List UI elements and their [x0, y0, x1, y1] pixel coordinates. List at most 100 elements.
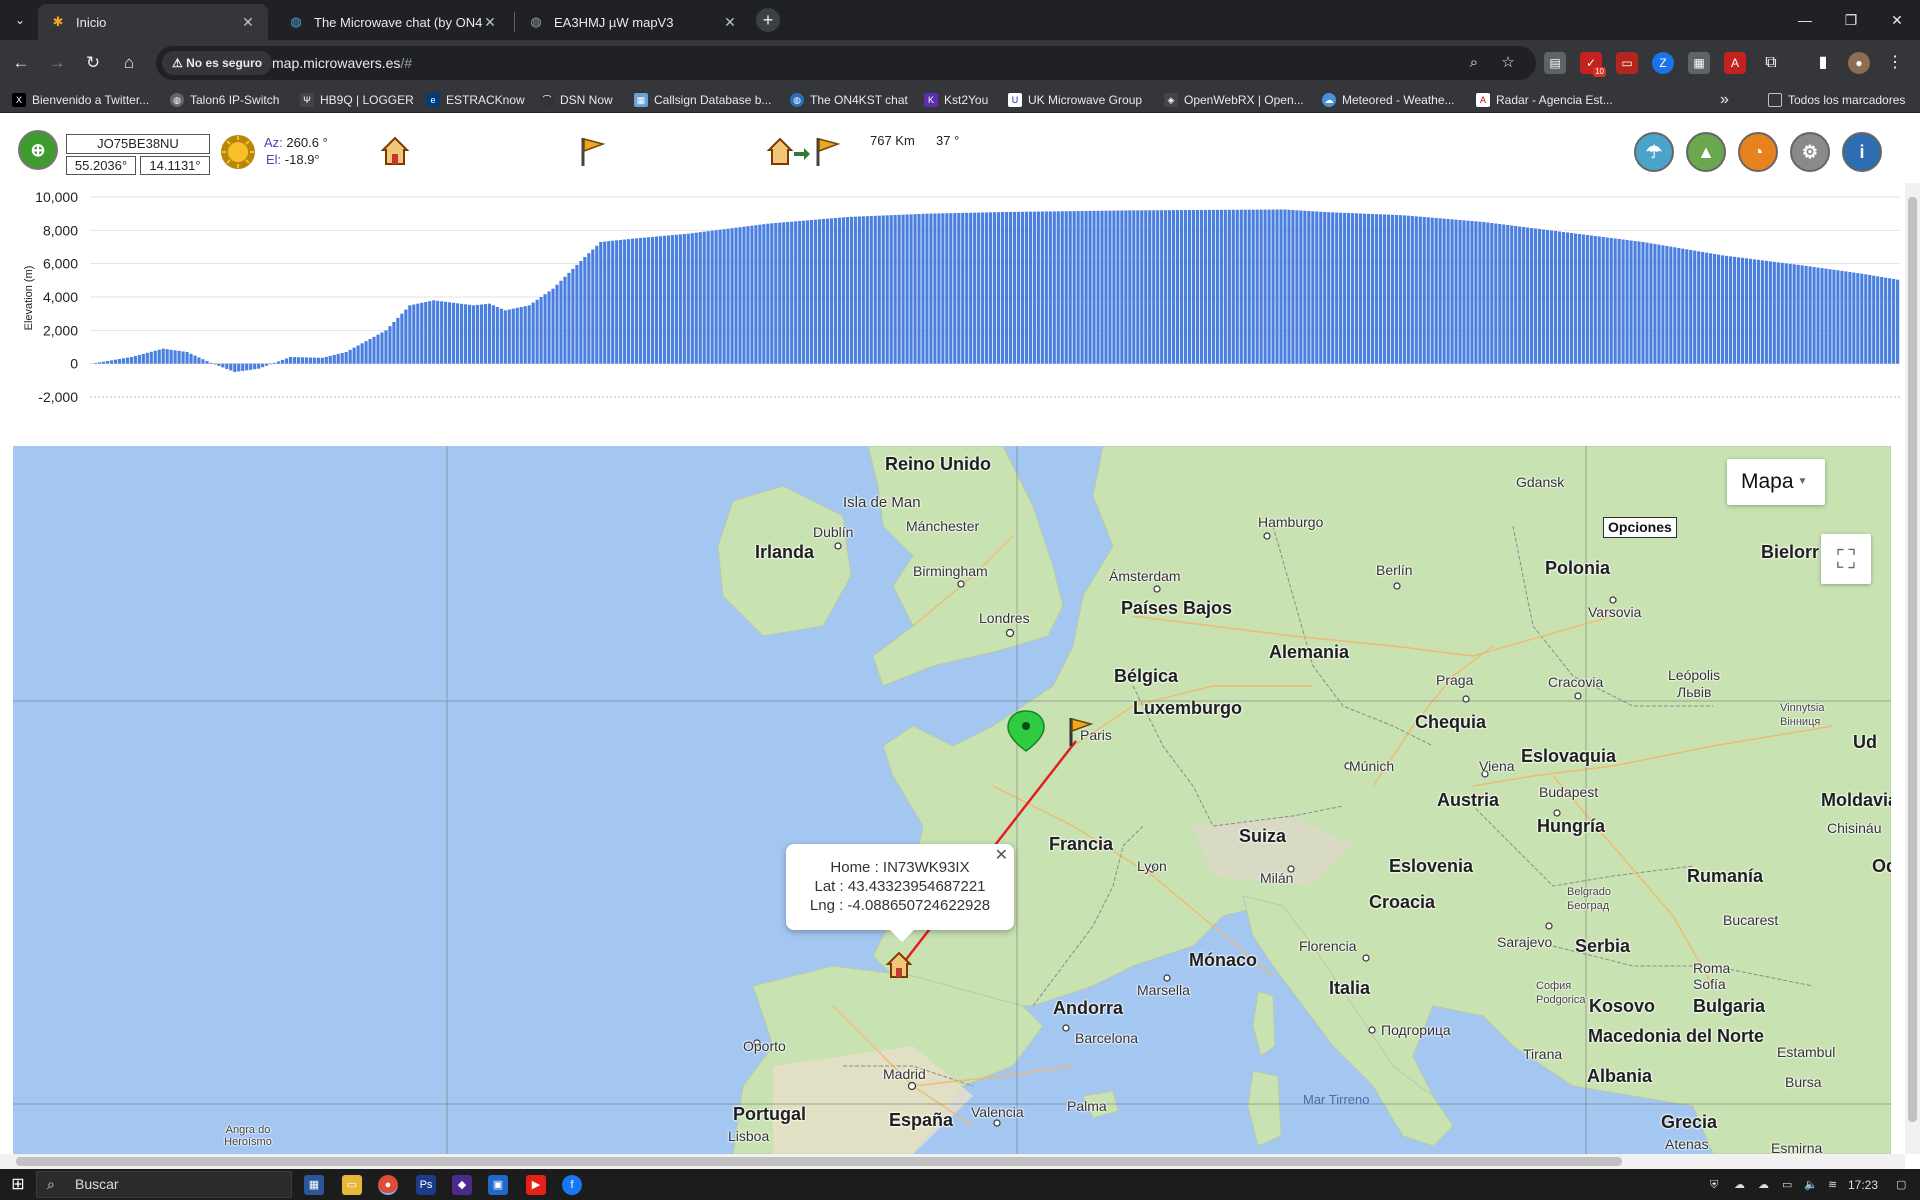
bookmark-label: Radar - Agencia Est... — [1496, 93, 1613, 107]
horizontal-scrollbar[interactable] — [0, 1154, 1905, 1169]
taskbar-search-input[interactable]: ⌕ Buscar — [36, 1171, 292, 1198]
forward-icon[interactable]: → — [44, 50, 70, 76]
bookmarks-overflow-button[interactable]: » — [1720, 90, 1729, 110]
bookmark-estrack[interactable]: e ESTRACKnow — [426, 90, 525, 110]
bookmark-kst2you[interactable]: K Kst2You — [924, 90, 988, 110]
elevation-bar — [129, 357, 133, 364]
bookmark-ukmg[interactable]: U UK Microwave Group — [1008, 90, 1142, 110]
taskbar-clock[interactable]: 17:23 — [1848, 1176, 1878, 1194]
elevation-bar — [535, 299, 539, 364]
elevation-bar — [1848, 272, 1852, 364]
bookmark-hb9q[interactable]: Ψ HB9Q | LOGGER — [300, 90, 414, 110]
star-icon[interactable]: ☆ — [1498, 53, 1518, 73]
bookmark-on4kst[interactable]: ◍ The ON4KST chat — [790, 90, 908, 110]
tray-network-icon[interactable]: ☁ — [1734, 1176, 1745, 1194]
tools-icon[interactable]: ⚙ — [1790, 132, 1830, 172]
terrain-icon[interactable]: ▲ — [1686, 132, 1726, 172]
acrobat-extension-icon[interactable]: A — [1724, 52, 1746, 74]
app-icon[interactable]: ▣ — [488, 1175, 508, 1195]
bookmark-openwebrx[interactable]: ◈ OpenWebRX | Open... — [1164, 90, 1304, 110]
bookmark-twitter[interactable]: X Bienvenido a Twitter... — [12, 90, 149, 110]
restore-icon[interactable]: ❐ — [1828, 0, 1874, 40]
tray-security-icon[interactable]: ⛨ — [1710, 1176, 1718, 1194]
lat-field[interactable]: 55.2036° — [66, 156, 136, 175]
tab-inicio[interactable]: ✱ Inicio ✕ — [38, 4, 268, 40]
info-icon[interactable]: i — [1842, 132, 1882, 172]
map-view[interactable]: Reino Unido Irlanda Isla de Man Dublín M… — [13, 446, 1891, 1154]
tray-speaker-icon[interactable]: 🔈 — [1804, 1176, 1818, 1194]
menu-icon[interactable]: ⋮ — [1884, 52, 1906, 74]
photoshop-icon[interactable]: Ps — [416, 1175, 436, 1195]
tray-display-icon[interactable]: ▭ — [1782, 1176, 1792, 1194]
sun-icon[interactable] — [220, 134, 256, 170]
elevation-bar — [93, 363, 98, 364]
elevation-bar — [1506, 225, 1510, 364]
youtube-icon[interactable]: ▶ — [526, 1175, 546, 1195]
map-label-barcelona: Barcelona — [1075, 1030, 1139, 1046]
home-icon[interactable]: ⌂ — [116, 50, 142, 76]
elevation-bar — [877, 215, 881, 364]
map-type-button[interactable]: Mapa ▼ — [1727, 459, 1825, 505]
extensions-icon[interactable]: ⧉ — [1760, 52, 1782, 74]
elevation-bar — [1709, 253, 1713, 364]
weather-icon[interactable]: ☂ — [1634, 132, 1674, 172]
options-button[interactable]: Opciones — [1603, 517, 1677, 538]
home-marker-icon[interactable] — [380, 135, 410, 167]
side-panel-icon[interactable]: ▮ — [1812, 52, 1834, 74]
elevation-bar — [698, 232, 702, 364]
pdf-extension-icon[interactable]: ▭ — [1616, 52, 1638, 74]
printer-extension-icon[interactable]: ▤ — [1544, 52, 1566, 74]
elevation-bar — [1255, 209, 1259, 364]
lng-field[interactable]: 14.1131° — [140, 156, 210, 175]
tab-uw-map[interactable]: ◍ EA3HMJ µW mapV3 ✕ — [516, 4, 750, 40]
close-icon[interactable]: ✕ — [240, 14, 256, 31]
security-chip[interactable]: ⚠ No es seguro — [162, 51, 273, 75]
locator-field[interactable]: JO75BE38NU — [66, 134, 210, 154]
elevation-bar — [348, 349, 352, 364]
vpn-icon[interactable]: ◆ — [452, 1175, 472, 1195]
elevation-bar — [316, 357, 320, 364]
puzzle-extension-icon[interactable]: ▦ — [1688, 52, 1710, 74]
elevation-bar — [1740, 257, 1745, 364]
url-text[interactable]: map.microwavers.es/# — [272, 46, 412, 80]
widgets-icon[interactable]: ▦ — [304, 1175, 324, 1195]
all-bookmarks-folder[interactable]: Todos los marcadores — [1768, 90, 1905, 110]
new-tab-button[interactable]: + — [756, 8, 780, 32]
zoom-icon[interactable]: ⌕ — [1464, 53, 1484, 73]
file-explorer-icon[interactable]: ▭ — [342, 1175, 362, 1195]
target-flag-icon[interactable] — [576, 135, 608, 169]
bookmark-aemet[interactable]: A Radar - Agencia Est... — [1476, 90, 1613, 110]
elevation-bar — [1625, 240, 1629, 364]
bookmark-meteored[interactable]: ☁ Meteored - Weathe... — [1322, 90, 1455, 110]
close-icon[interactable]: ✕ — [722, 14, 738, 31]
address-bar[interactable]: ⚠ No es seguro map.microwavers.es/# ⌕ ☆ — [156, 46, 1536, 80]
tab-search-icon[interactable]: ⌄ — [8, 10, 32, 30]
bookmark-callsign[interactable]: ▦ Callsign Database b... — [634, 90, 771, 110]
bookmark-talon6[interactable]: ◍ Talon6 IP-Switch — [170, 90, 279, 110]
facebook-icon[interactable]: f — [562, 1175, 582, 1195]
tab-microwave-chat[interactable]: ◍ The Microwave chat (by ON4K ✕ — [276, 4, 510, 40]
fullscreen-icon[interactable]: ⛶ — [1821, 534, 1871, 584]
back-icon[interactable]: ← — [8, 50, 34, 76]
reload-icon[interactable]: ↻ — [80, 50, 106, 76]
windows-start-icon[interactable]: ⊞ — [8, 1175, 28, 1195]
todoist-extension-icon[interactable]: ✓ 10 — [1580, 52, 1606, 77]
avatar[interactable]: ● — [1848, 52, 1870, 74]
close-window-icon[interactable]: ✕ — [1874, 0, 1920, 40]
notifications-icon[interactable]: ▢ — [1896, 1176, 1906, 1194]
minimize-icon[interactable]: — — [1782, 0, 1828, 40]
chrome-icon[interactable]: ● — [378, 1175, 398, 1195]
rss-icon[interactable]: ◔ — [1738, 132, 1778, 172]
location-icon[interactable]: ⊕ — [18, 130, 58, 170]
bookmark-dsn[interactable]: ⌒ DSN Now — [540, 90, 613, 110]
z-extension-icon[interactable]: Z — [1652, 52, 1674, 74]
y-tick-label: 4,000 — [43, 289, 78, 305]
scroll-thumb[interactable] — [1908, 197, 1917, 1122]
close-icon[interactable]: ✕ — [482, 14, 498, 31]
tray-cloud-icon[interactable]: ☁ — [1758, 1176, 1769, 1194]
scroll-thumb[interactable] — [16, 1157, 1622, 1166]
close-icon[interactable]: ✕ — [995, 846, 1008, 865]
home-to-target-icon[interactable] — [766, 135, 846, 169]
tray-wifi-icon[interactable]: ≋ — [1828, 1176, 1837, 1194]
vertical-scrollbar[interactable] — [1905, 183, 1920, 1154]
